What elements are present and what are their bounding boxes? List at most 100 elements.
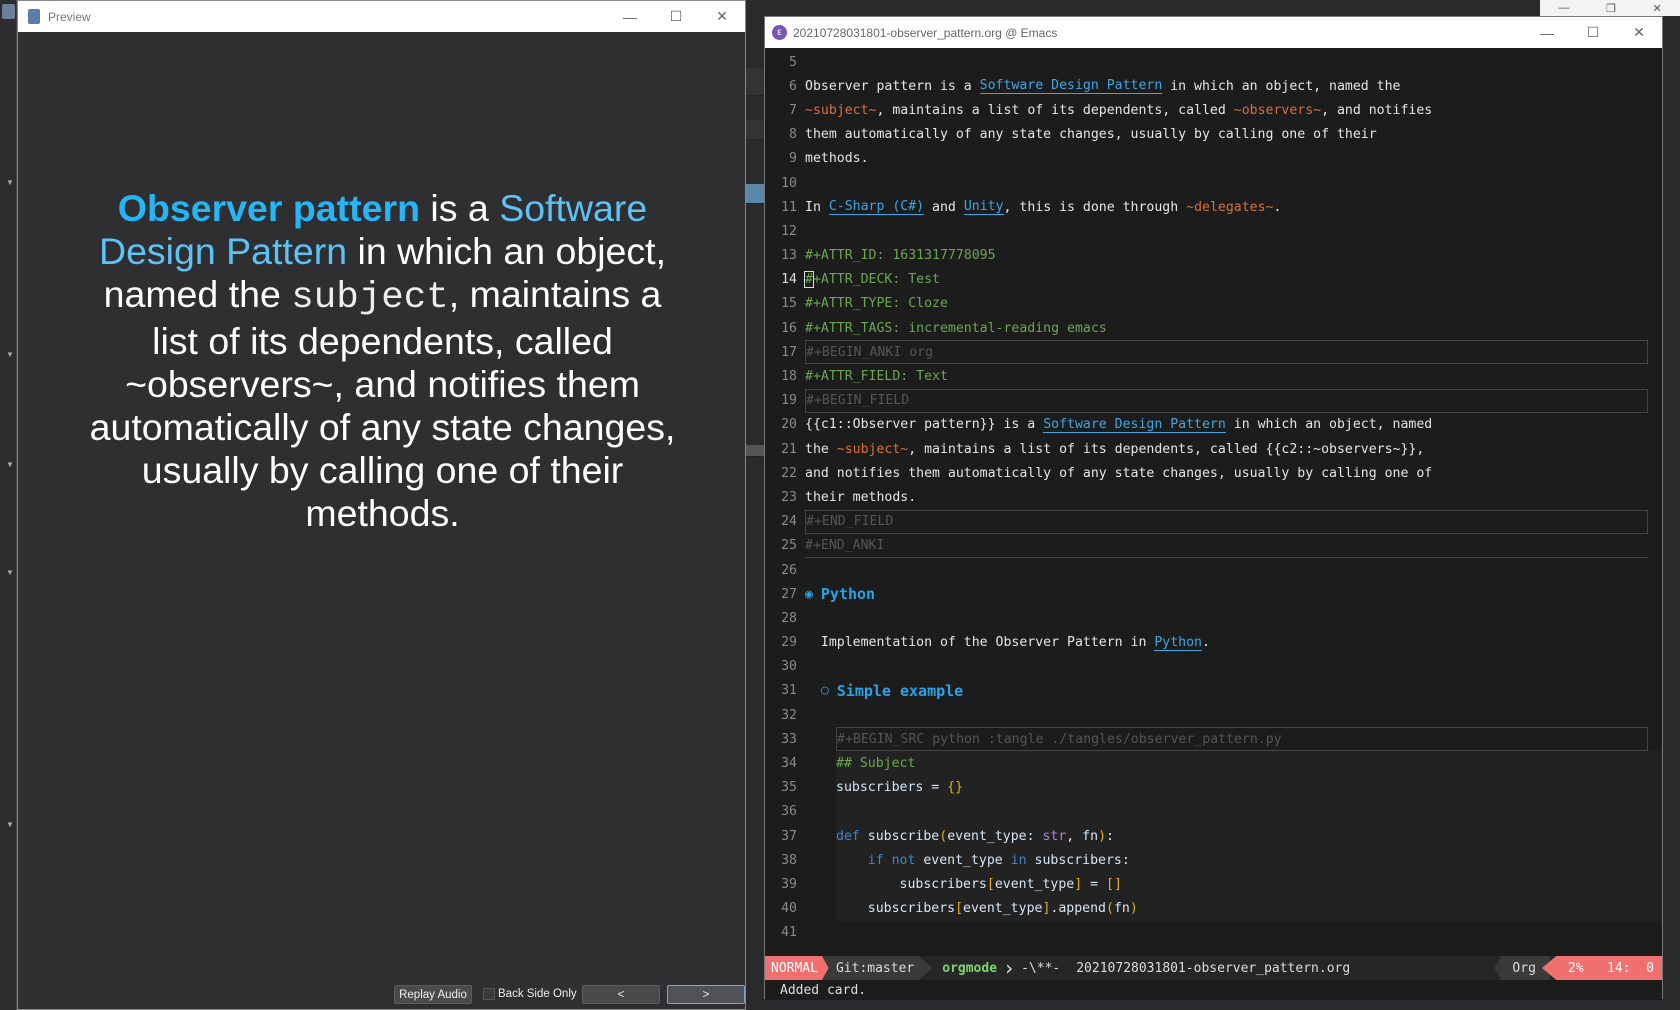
editor-line[interactable]: 40 subscribers[event_type] .append(fn) [765, 896, 1662, 921]
line-number: 20 [781, 417, 797, 433]
line-number: 36 [781, 804, 797, 820]
org-link[interactable]: Python [1154, 635, 1202, 651]
editor-line[interactable]: 39 subscribers[event_type] = [] [765, 872, 1662, 897]
editor-line[interactable]: 18 #+ATTR_FIELD: Text [765, 364, 1662, 388]
editor-line[interactable]: 20 {{c1::Observer pattern}} is a Software… [765, 413, 1662, 437]
text-segment: ◉ [805, 586, 821, 602]
line-text [805, 655, 1662, 679]
text-segment: in which an object, named the [1162, 78, 1401, 94]
editor-line[interactable]: 19 #+BEGIN_FIELD [765, 388, 1662, 413]
text-segment: the [805, 441, 837, 457]
maximize-button[interactable]: ☐ [1570, 24, 1616, 41]
anki-icon [28, 9, 40, 24]
org-link[interactable]: Unity [963, 199, 1004, 216]
editor-line[interactable]: 14 # +ATTR_DECK: Test [765, 268, 1662, 292]
text-segment: fn [1113, 901, 1130, 917]
cloze-answer: Observer pattern [117, 187, 420, 229]
line-text: # +ATTR_DECK: Test [804, 268, 1662, 292]
line-text [805, 703, 1662, 727]
editor-line[interactable]: 10 [765, 171, 1662, 195]
line-number: 39 [781, 876, 797, 892]
text-segment: In [805, 199, 829, 215]
back-side-only-checkbox[interactable] [483, 988, 495, 1000]
line-text [805, 558, 1662, 582]
editor-line[interactable]: 25 #+END_ANKI [765, 534, 1662, 558]
text-segment: . [1201, 635, 1210, 651]
editor-line[interactable]: 29 Implementation of the Observer Patter… [765, 631, 1662, 655]
chevron-right-icon: › [1003, 956, 1016, 980]
editor-line[interactable]: 31 ○ Simple example [765, 679, 1662, 703]
line-number: 7 [789, 102, 797, 118]
editor-line[interactable]: 7 ~subject~, maintains a list of its depe… [765, 98, 1662, 122]
editor-buffer[interactable]: 5 6 Observer pattern is a Software Design … [765, 48, 1662, 956]
line-text: ◉ Python [805, 582, 1662, 606]
editor-line[interactable]: 21 the ~subject~, maintains a list of its… [765, 437, 1662, 461]
org-link[interactable]: Software Design Pattern [979, 78, 1163, 95]
editor-line[interactable]: 24 #+END_FIELD [765, 509, 1662, 534]
editor-line[interactable]: 22 and notifies them automatically of any… [765, 461, 1662, 485]
text-segment: them automatically of any state changes,… [805, 127, 1377, 143]
buffer-position: 2% 14: 0 [1541, 956, 1662, 980]
minimize-button[interactable]: — [1524, 25, 1570, 41]
maximize-button[interactable]: ☐ [653, 8, 699, 25]
line-text: #+BEGIN_FIELD [805, 388, 1648, 413]
minimize-button[interactable]: — [607, 9, 653, 25]
replay-audio-button[interactable]: Replay Audio [394, 985, 472, 1004]
text-cursor: # [804, 271, 814, 289]
text-segment: #+BEGIN_FIELD [806, 393, 910, 409]
text-segment: +ATTR_DECK: Test [812, 272, 940, 288]
echo-area: Added card. [765, 980, 1662, 1000]
text-segment: .append [1050, 901, 1106, 917]
previous-button[interactable]: < [582, 985, 660, 1004]
editor-line[interactable]: 13 #+ATTR_ID: 1631317778095 [765, 244, 1662, 268]
editor-line[interactable]: 37 def subscribe(event_type: str, fn): [765, 824, 1662, 849]
org-link[interactable]: Software Design Pattern [1043, 417, 1226, 433]
text-segment: Python [820, 585, 876, 604]
back-side-only-label[interactable]: Back Side Only [498, 988, 577, 1000]
text-segment: ~subject~ [836, 441, 909, 457]
editor-line[interactable]: 41 [765, 921, 1662, 945]
editor-line[interactable]: 33 #+BEGIN_SRC python :tangle ./tangles/o… [765, 727, 1662, 752]
org-link[interactable]: C-Sharp (C#) [828, 199, 925, 216]
line-number: 5 [789, 54, 797, 70]
line-number: 35 [781, 780, 797, 796]
editor-line[interactable]: 11 In C-Sharp (C#) and Unity, this is don… [765, 195, 1662, 219]
editor-line[interactable]: 30 [765, 655, 1662, 679]
close-button[interactable]: ✕ [1616, 24, 1662, 41]
text-segment: ## Subject [836, 756, 916, 772]
line-number: 15 [781, 296, 797, 312]
editor-line[interactable]: 35 subscribers = {} [765, 775, 1662, 800]
editor-line[interactable]: 34 ## Subject [765, 751, 1662, 776]
line-number: 12 [781, 223, 797, 239]
editor-line[interactable]: 23 their methods. [765, 485, 1662, 509]
line-text: def subscribe(event_type: str, fn): [836, 824, 1662, 849]
next-button[interactable]: > [667, 985, 745, 1004]
text-segment: #+BEGIN_ANKI org [806, 344, 934, 360]
editor-line[interactable]: 26 [765, 558, 1662, 582]
line-text: methods. [805, 147, 1662, 171]
editor-line[interactable]: 16 #+ATTR_TAGS: incremental-reading emacs [765, 316, 1662, 340]
text-segment: ~delegates~ [1186, 199, 1274, 215]
editor-line[interactable]: 9 methods. [765, 147, 1662, 171]
editor-line[interactable]: 5 [765, 50, 1662, 74]
line-text: ~subject~, maintains a list of its depen… [805, 98, 1662, 122]
editor-line[interactable]: 8 them automatically of any state changes… [765, 123, 1662, 147]
editor-line[interactable]: 15 #+ATTR_TYPE: Cloze [765, 292, 1662, 316]
editor-line[interactable]: 38 if not event_type in subscribers: [765, 848, 1662, 873]
background-window-controls: — ❐ ✕ [1540, 0, 1680, 16]
line-text [836, 799, 1662, 824]
editor-line[interactable]: 12 [765, 219, 1662, 243]
editor-line[interactable]: 17 #+BEGIN_ANKI org [765, 340, 1662, 365]
line-number: 13 [781, 248, 797, 264]
editor-line[interactable]: 6 Observer pattern is a Software Design P… [765, 74, 1662, 98]
editor-line[interactable]: 27 ◉ Python [765, 582, 1662, 606]
mode-line: NORMAL Git:master orgmode › -\**- 202107… [765, 956, 1662, 980]
text-segment: and notifies them automatically of any s… [805, 465, 1433, 481]
expand-arrow-icon: ▼ [6, 460, 14, 469]
editor-line[interactable]: 28 [765, 606, 1662, 630]
editor-line[interactable]: 36 [765, 799, 1662, 824]
emacs-window: ε 20210728031801-observer_pattern.org @ … [764, 16, 1663, 1000]
line-number: 8 [789, 127, 797, 143]
close-button[interactable]: ✕ [699, 8, 745, 25]
editor-line[interactable]: 32 [765, 703, 1662, 727]
